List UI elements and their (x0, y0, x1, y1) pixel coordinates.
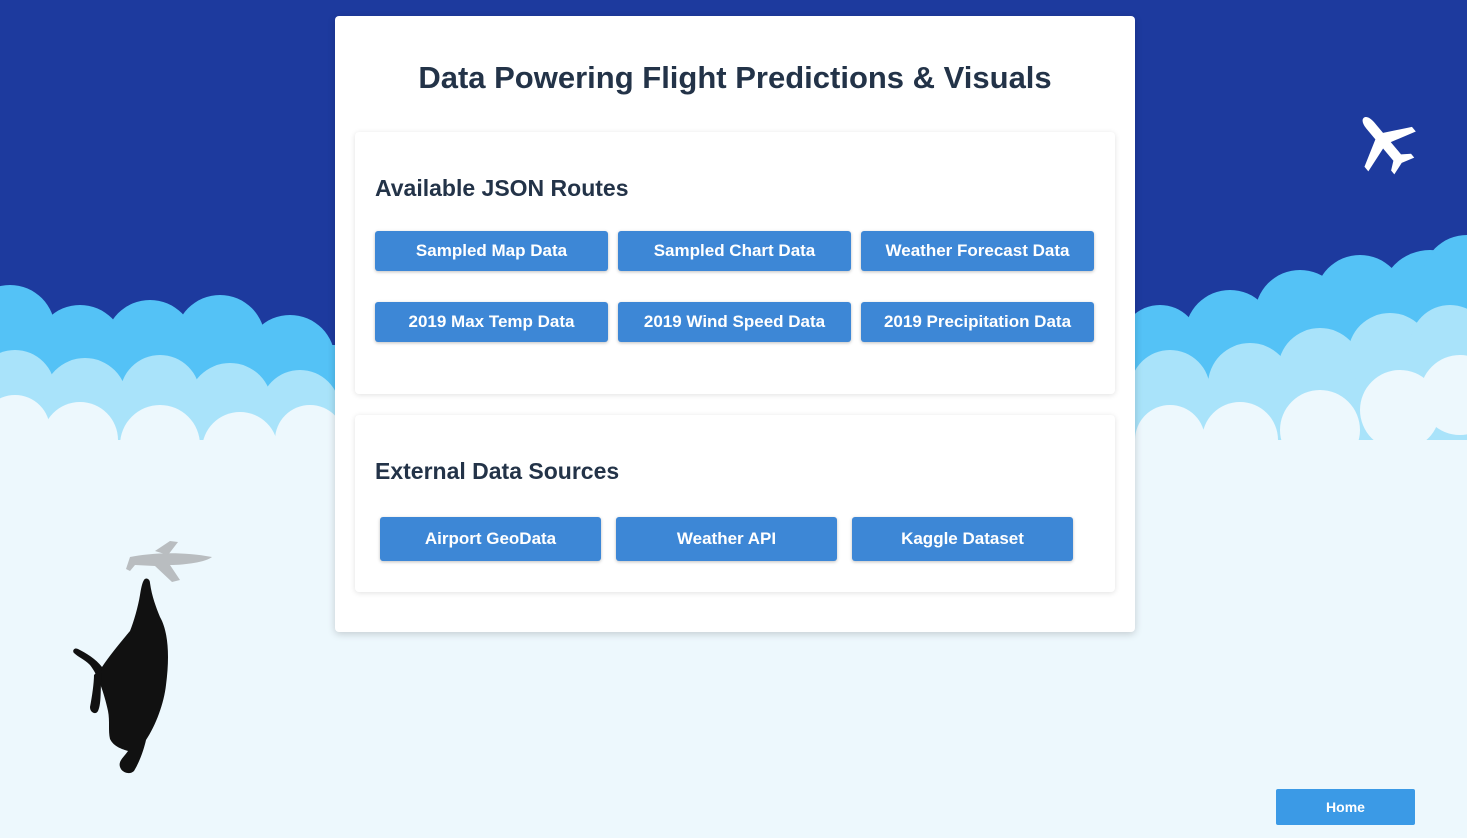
airport-geodata-button[interactable]: Airport GeoData (380, 517, 601, 561)
weather-api-button[interactable]: Weather API (616, 517, 837, 561)
sampled-map-data-button[interactable]: Sampled Map Data (375, 231, 608, 271)
weather-forecast-data-button[interactable]: Weather Forecast Data (861, 231, 1094, 271)
max-temp-data-button[interactable]: 2019 Max Temp Data (375, 302, 608, 342)
airplane-icon (126, 541, 212, 582)
cat-silhouette-icon (73, 541, 212, 774)
main-card: Data Powering Flight Predictions & Visua… (335, 16, 1135, 632)
airplane-icon (1362, 116, 1416, 175)
wind-speed-data-button[interactable]: 2019 Wind Speed Data (618, 302, 851, 342)
sampled-chart-data-button[interactable]: Sampled Chart Data (618, 231, 851, 271)
page-title: Data Powering Flight Predictions & Visua… (418, 60, 1052, 95)
kaggle-dataset-button[interactable]: Kaggle Dataset (852, 517, 1073, 561)
json-routes-section: Available JSON Routes Sampled Map Data S… (355, 132, 1115, 394)
precipitation-data-button[interactable]: 2019 Precipitation Data (861, 302, 1094, 342)
external-sources-heading: External Data Sources (375, 458, 620, 484)
json-routes-heading: Available JSON Routes (375, 175, 629, 201)
external-sources-section: External Data Sources Airport GeoData We… (355, 415, 1115, 592)
home-button[interactable]: Home (1276, 789, 1415, 825)
